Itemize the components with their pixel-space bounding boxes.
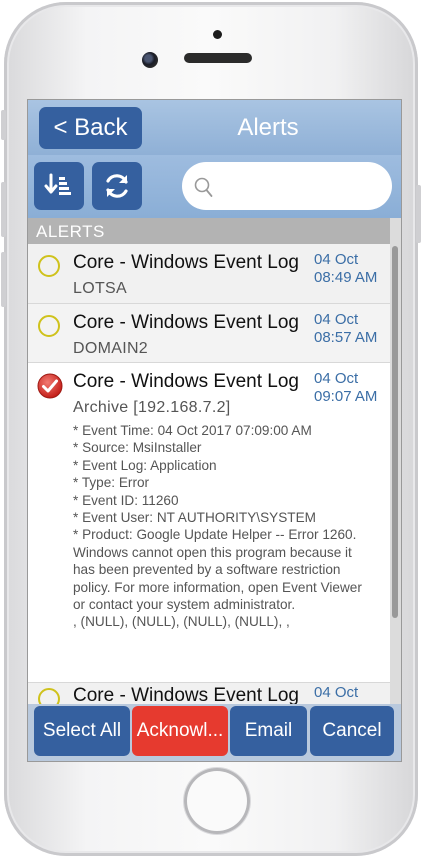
alert-date: 04 Oct [314, 251, 359, 268]
detail-line: policy. For more information, open Event… [73, 579, 362, 595]
detail-line: * Event User: NT AUTHORITY\SYSTEM [73, 510, 316, 526]
detail-line: * Event Time: 04 Oct 2017 07:09:00 AM [73, 423, 312, 438]
detail-line: Windows cannot open this program because… [73, 544, 352, 560]
acknowledge-button[interactable]: Acknowl... [132, 706, 228, 756]
app-screen: < Back Alerts ALERTS Core - Windows Even… [27, 99, 402, 762]
alert-date: 04 Oct [314, 311, 359, 328]
sort-button[interactable] [34, 162, 84, 210]
alert-date: 04 Oct [314, 370, 359, 387]
detail-line: * Source: MsiInstaller [73, 440, 202, 456]
detail-line: , (NULL), (NULL), (NULL), (NULL), , [73, 614, 290, 630]
search-icon [194, 177, 213, 197]
cancel-button[interactable]: Cancel [310, 706, 394, 756]
detail-line: * Product: Google Update Helper -- Error… [73, 527, 357, 543]
alert-title: Core - Windows Event Log [73, 685, 299, 704]
detail-line: * Event Log: Application [73, 457, 217, 473]
detail-line: * Type: Error [73, 475, 150, 491]
alerts-list[interactable]: Core - Windows Event Log LOTSA 04 Oct 08… [28, 244, 390, 704]
unselected-circle-icon[interactable] [38, 688, 60, 704]
front-sensor [213, 30, 222, 39]
list-item[interactable]: Core - Windows Event Log LOTSA 04 Oct 08… [28, 244, 390, 304]
volume-down-button [1, 252, 6, 307]
alert-host: LOTSA [73, 280, 127, 297]
email-button[interactable]: Email [230, 706, 307, 756]
select-all-button[interactable]: Select All [34, 706, 130, 756]
navigation-bar: < Back Alerts [28, 100, 401, 155]
silent-switch [1, 110, 6, 140]
detail-line: or contact your system administrator. [73, 597, 296, 613]
detail-line: * Event ID: 11260 [73, 492, 179, 508]
toolbar [28, 155, 401, 218]
alert-time: 09:07 AM [314, 388, 378, 405]
list-item[interactable]: Core - Windows Event Log DOMAIN2 04 Oct … [28, 304, 390, 363]
checked-circle-icon[interactable] [37, 373, 63, 399]
unselected-circle-icon[interactable] [38, 255, 60, 277]
action-bar: Select All Acknowl... Email Cancel [28, 704, 401, 761]
alert-title: Core - Windows Event Log [73, 371, 299, 392]
alert-title: Core - Windows Event Log [73, 312, 299, 333]
list-item-expanded[interactable]: Core - Windows Event Log Archive [192.16… [28, 363, 390, 683]
page-title: Alerts [237, 114, 299, 141]
refresh-icon [106, 174, 128, 198]
sort-down-icon [44, 173, 71, 195]
earpiece-speaker [184, 53, 252, 63]
alert-date: 04 Oct [314, 684, 359, 701]
alert-host: DOMAIN2 [73, 340, 148, 357]
alert-host: Archive [192.168.7.2] [73, 399, 231, 416]
section-header-alerts: ALERTS [28, 218, 390, 244]
home-button[interactable] [184, 768, 250, 834]
alert-time: 08:57 AM [314, 329, 378, 346]
unselected-circle-icon[interactable] [38, 315, 60, 337]
back-button[interactable]: < Back [39, 107, 142, 149]
volume-up-button [1, 182, 6, 237]
power-button [416, 185, 421, 243]
alert-title: Core - Windows Event Log [73, 252, 299, 273]
scrollbar-thumb[interactable] [392, 246, 398, 618]
refresh-button[interactable] [92, 162, 142, 210]
detail-line: has been prevented by a software restric… [73, 562, 341, 578]
front-camera [142, 52, 158, 68]
alert-time: 08:49 AM [314, 269, 378, 286]
list-item[interactable]: Core - Windows Event Log 04 Oct [28, 683, 390, 704]
alert-details: * Event Time: 04 Oct 2017 07:09:00 AM * … [73, 422, 388, 631]
